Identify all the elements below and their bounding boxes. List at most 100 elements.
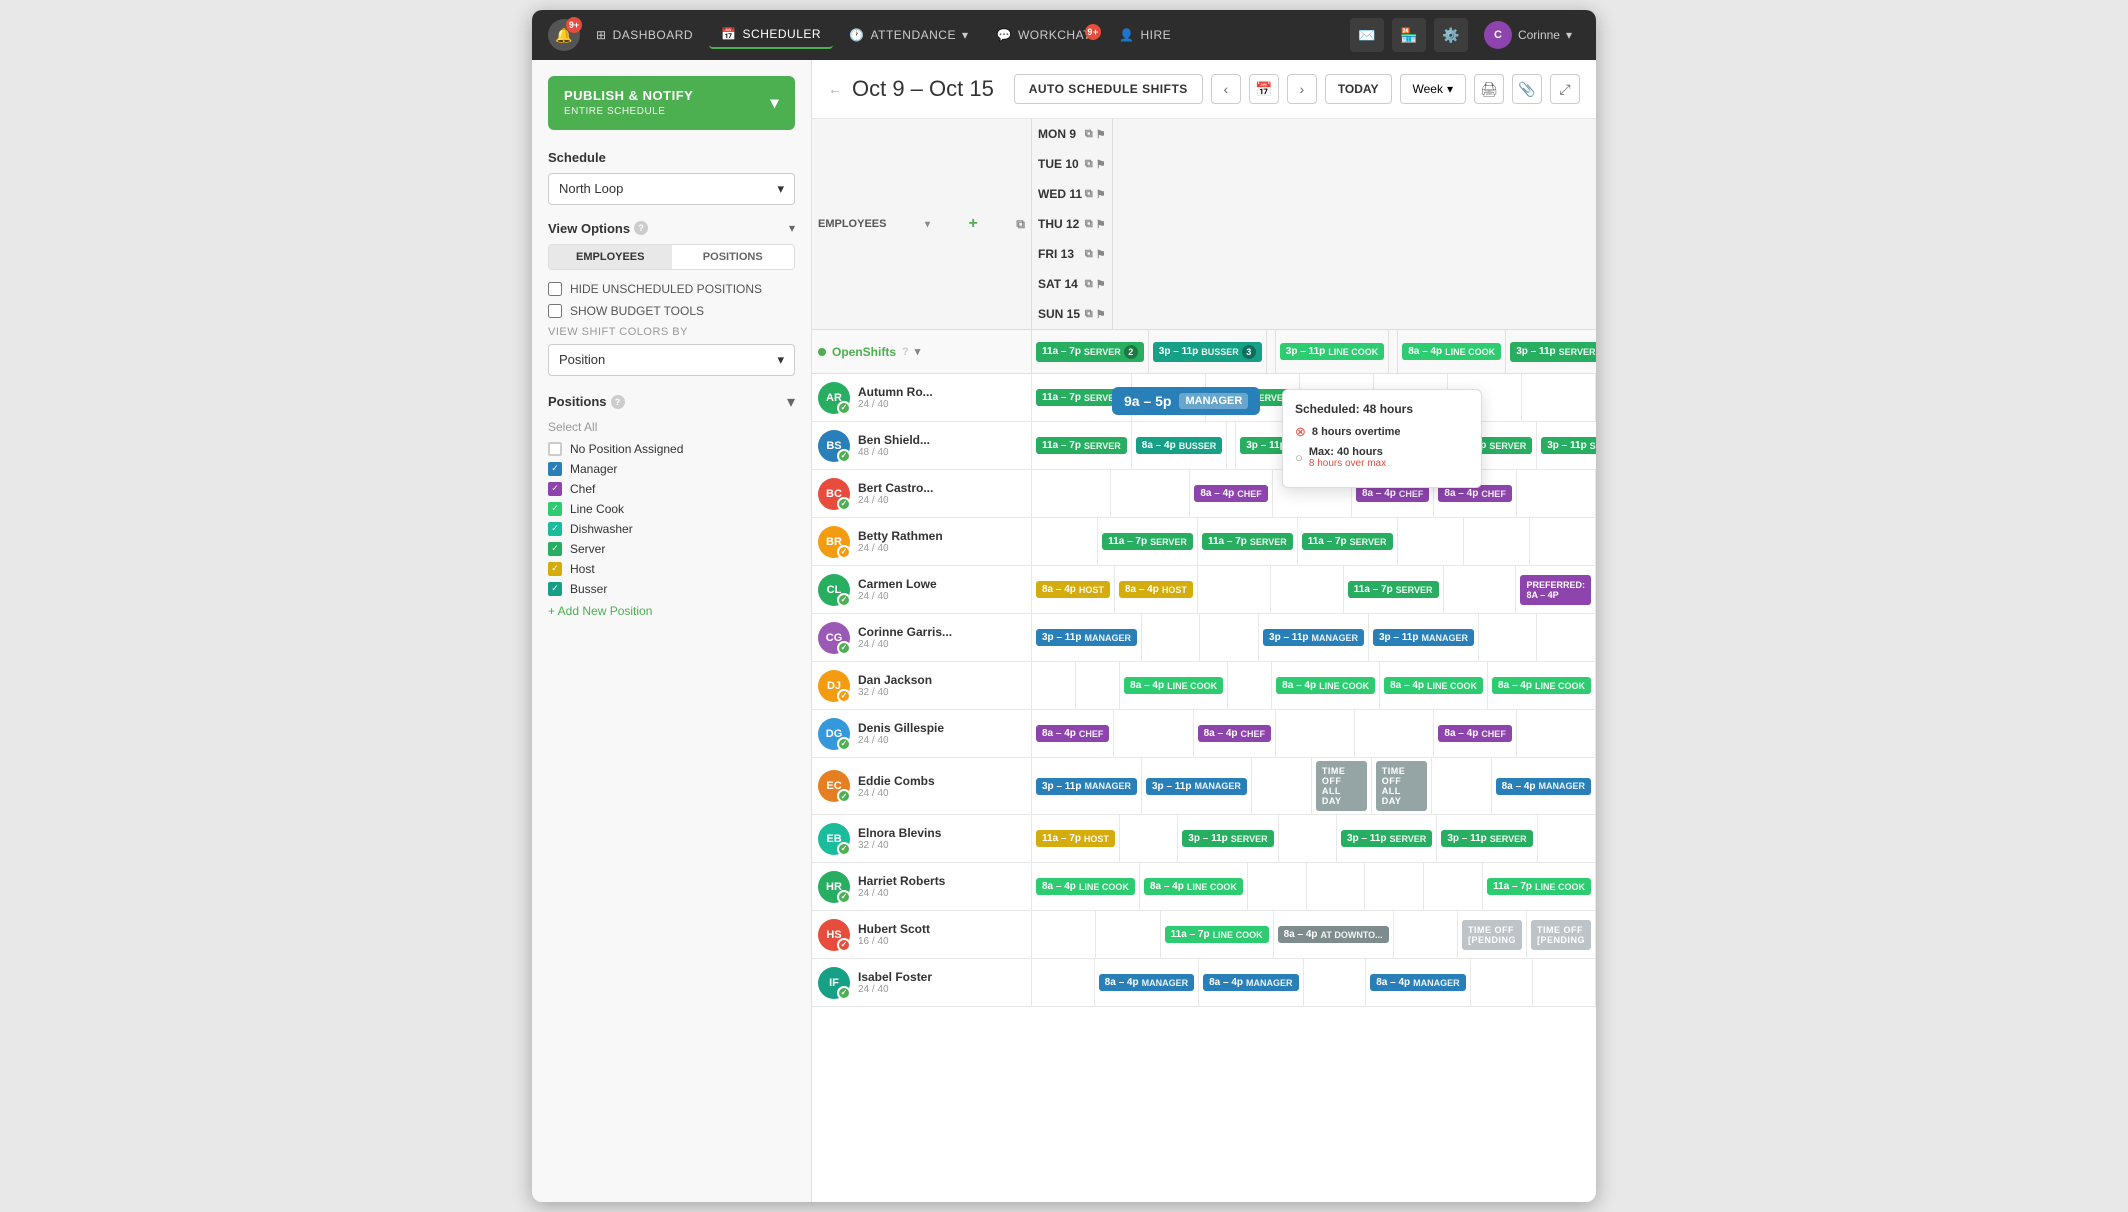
shift-pill-9-5[interactable]: 3p – 11p SERVER (1441, 830, 1532, 847)
expand-button[interactable]: ⤢ (1550, 74, 1580, 104)
publish-notify-button[interactable]: PUBLISH & NOTIFY ENTIRE SCHEDULE ▾ (548, 76, 795, 130)
position-item-5[interactable]: ✓ Server (548, 542, 795, 556)
show-budget-checkbox[interactable]: SHOW BUDGET TOOLS (548, 304, 795, 318)
open-shift-pill-3[interactable]: 3p – 11p LINE COOK (1280, 343, 1384, 360)
shift-pill-10-0[interactable]: 8a – 4p LINE COOK (1036, 878, 1135, 895)
open-shifts-info-icon[interactable]: ? (902, 346, 909, 358)
shift-hover-overlay[interactable]: 9a – 5p MANAGER (1112, 387, 1260, 415)
shift-pill-3-2[interactable]: 11a – 7p SERVER (1202, 533, 1293, 550)
shift-pill-8-0[interactable]: 3p – 11p MANAGER (1036, 778, 1137, 795)
open-shift-pill-0[interactable]: 11a – 7p SERVER 2 (1036, 342, 1144, 362)
shift-pill-10-6[interactable]: 11a – 7p LINE COOK (1487, 878, 1591, 895)
select-all-positions[interactable]: Select All (548, 420, 795, 434)
shift-pill-9-2[interactable]: 3p – 11p SERVER (1182, 830, 1273, 847)
shift-pill-4-0[interactable]: 8a – 4p HOST (1036, 581, 1110, 598)
shift-pill-6-5[interactable]: 8a – 4p LINE COOK (1384, 677, 1483, 694)
employee-sort-icon[interactable]: ▾ (925, 219, 930, 230)
shift-pill-8-1[interactable]: 3p – 11p MANAGER (1146, 778, 1247, 795)
day-flag-icon-2[interactable]: ⚑ (1096, 188, 1106, 201)
open-shifts-dropdown-icon[interactable]: ▾ (915, 345, 921, 358)
time-off-pending-pill-11-5[interactable]: TIME OFF [PENDING (1462, 920, 1522, 950)
add-employee-icon[interactable]: + (969, 215, 978, 233)
day-copy-icon-0[interactable]: ⧉ (1085, 128, 1093, 141)
show-budget-input[interactable] (548, 304, 562, 318)
shift-pill-5-0[interactable]: 3p – 11p MANAGER (1036, 629, 1137, 646)
shift-pill-2-2[interactable]: 8a – 4p CHEF (1194, 485, 1267, 502)
positions-info-icon[interactable]: ? (611, 395, 625, 409)
shift-pill-6-2[interactable]: 8a – 4p LINE COOK (1124, 677, 1223, 694)
copy-icon[interactable]: ⧉ (1016, 217, 1025, 232)
shift-pill-7-0[interactable]: 8a – 4p CHEF (1036, 725, 1109, 742)
shift-pill-12-1[interactable]: 8a – 4p MANAGER (1099, 974, 1194, 991)
prev-week-button[interactable]: ‹ (1211, 74, 1241, 104)
shift-pill-1-6[interactable]: 3p – 11p SERVER (1541, 437, 1596, 454)
add-position-button[interactable]: + Add New Position (548, 604, 795, 618)
position-checkbox-0[interactable] (548, 442, 562, 456)
position-item-3[interactable]: ✓ Line Cook (548, 502, 795, 516)
day-copy-icon-6[interactable]: ⧉ (1085, 308, 1093, 321)
position-item-2[interactable]: ✓ Chef (548, 482, 795, 496)
shift-pill-8-6[interactable]: 8a – 4p MANAGER (1496, 778, 1591, 795)
position-checkbox-6[interactable]: ✓ (548, 562, 562, 576)
shift-pill-6-6[interactable]: 8a – 4p LINE COOK (1492, 677, 1591, 694)
today-button[interactable]: TODAY (1325, 74, 1392, 104)
day-flag-icon-4[interactable]: ⚑ (1096, 248, 1106, 261)
open-shift-pill-6[interactable]: 3p – 11p SERVER 2 (1510, 342, 1596, 362)
view-options-info-icon[interactable]: ? (634, 221, 648, 235)
back-arrow[interactable]: ← (828, 81, 842, 97)
week-selector-dropdown[interactable]: Week ▾ (1400, 74, 1467, 104)
day-flag-icon-0[interactable]: ⚑ (1096, 128, 1106, 141)
position-checkbox-1[interactable]: ✓ (548, 462, 562, 476)
shift-pill-1-0[interactable]: 11a – 7p SERVER (1036, 437, 1127, 454)
position-checkbox-2[interactable]: ✓ (548, 482, 562, 496)
shift-pill-7-2[interactable]: 8a – 4p CHEF (1198, 725, 1271, 742)
position-checkbox-7[interactable]: ✓ (548, 582, 562, 596)
position-item-4[interactable]: ✓ Dishwasher (548, 522, 795, 536)
shift-pill-9-4[interactable]: 3p – 11p SERVER (1341, 830, 1432, 847)
shift-pill-12-2[interactable]: 8a – 4p MANAGER (1203, 974, 1298, 991)
store-button[interactable]: 🏪 (1392, 18, 1426, 52)
position-checkbox-4[interactable]: ✓ (548, 522, 562, 536)
shift-colors-dropdown[interactable]: Position ▾ (548, 344, 795, 376)
shift-pill-3-3[interactable]: 11a – 7p SERVER (1302, 533, 1393, 550)
open-shift-pill-1[interactable]: 3p – 11p BUSSER 3 (1153, 342, 1262, 362)
shift-pill-11-3[interactable]: 8a – 4p AT DOWNTO... (1278, 926, 1389, 943)
shift-pill-10-1[interactable]: 8a – 4p LINE COOK (1144, 878, 1243, 895)
view-options-collapse-icon[interactable]: ▾ (789, 221, 795, 235)
hide-unscheduled-input[interactable] (548, 282, 562, 296)
notification-bell[interactable]: 🔔 9+ (548, 19, 580, 51)
tab-positions[interactable]: POSITIONS (672, 245, 795, 269)
settings-button[interactable]: ⚙️ (1434, 18, 1468, 52)
auto-schedule-button[interactable]: AUTO SCHEDULE SHIFTS (1014, 74, 1203, 104)
nav-hire[interactable]: 👤 HIRE (1107, 22, 1183, 48)
shift-pill-4-4[interactable]: 11a – 7p SERVER (1348, 581, 1439, 598)
position-item-0[interactable]: No Position Assigned (548, 442, 795, 456)
nav-scheduler[interactable]: 📅 SCHEDULER (709, 21, 833, 49)
next-week-button[interactable]: › (1287, 74, 1317, 104)
position-item-7[interactable]: ✓ Busser (548, 582, 795, 596)
open-shift-pill-5[interactable]: 8a – 4p LINE COOK (1402, 343, 1501, 360)
shift-pill-7-5[interactable]: 8a – 4p CHEF (1438, 725, 1511, 742)
day-copy-icon-5[interactable]: ⧉ (1085, 278, 1093, 291)
shift-pill-3-1[interactable]: 11a – 7p SERVER (1102, 533, 1193, 550)
position-item-6[interactable]: ✓ Host (548, 562, 795, 576)
shift-pill-12-4[interactable]: 8a – 4p MANAGER (1370, 974, 1465, 991)
nav-attendance[interactable]: 🕐 ATTENDANCE ▾ (837, 22, 980, 48)
shift-pill-5-4[interactable]: 3p – 11p MANAGER (1373, 629, 1474, 646)
shift-pill-11-2[interactable]: 11a – 7p LINE COOK (1165, 926, 1269, 943)
calendar-button[interactable]: 📅 (1249, 74, 1279, 104)
shift-pill-9-0[interactable]: 11a – 7p HOST (1036, 830, 1115, 847)
shift-pill-6-4[interactable]: 8a – 4p LINE COOK (1276, 677, 1375, 694)
user-menu[interactable]: C Corinne ▾ (1476, 17, 1580, 53)
location-dropdown[interactable]: North Loop ▾ (548, 173, 795, 205)
nav-workchat[interactable]: 💬 WORKCHAT 9+ (984, 22, 1103, 48)
tab-employees[interactable]: EMPLOYEES (549, 245, 672, 269)
mail-button[interactable]: ✉️ (1350, 18, 1384, 52)
day-copy-icon-4[interactable]: ⧉ (1085, 248, 1093, 261)
day-copy-icon-2[interactable]: ⧉ (1085, 188, 1093, 201)
hide-unscheduled-checkbox[interactable]: HIDE UNSCHEDULED POSITIONS (548, 282, 795, 296)
preferred-pill-4-6[interactable]: PREFERRED: 8a – 4p (1520, 575, 1591, 605)
day-copy-icon-3[interactable]: ⧉ (1085, 218, 1093, 231)
shift-pill-5-3[interactable]: 3p – 11p MANAGER (1263, 629, 1364, 646)
day-copy-icon-1[interactable]: ⧉ (1085, 158, 1093, 171)
